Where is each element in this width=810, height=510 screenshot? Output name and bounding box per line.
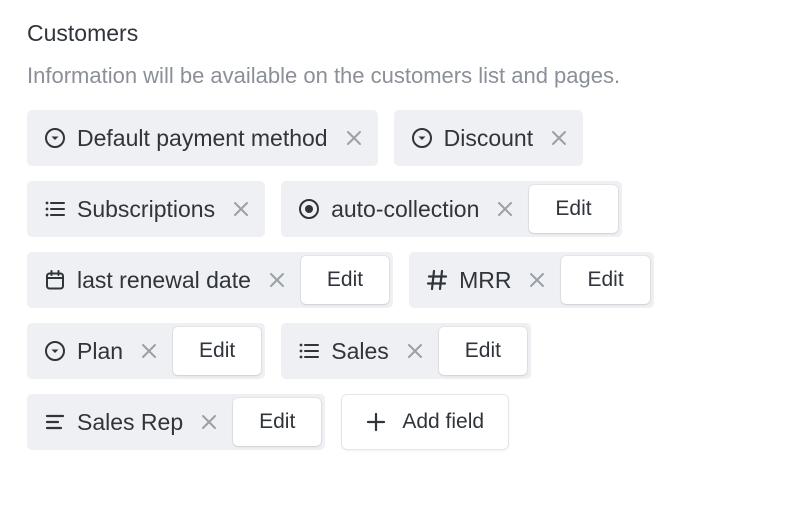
remove-field-button[interactable] [495, 199, 515, 219]
close-icon [269, 273, 284, 287]
field-chip-subscriptions: Subscriptions [27, 181, 266, 237]
field-chip-discount: Discount [393, 110, 584, 166]
field-label: Plan [77, 338, 124, 364]
field-row: Default payment method Discount [27, 110, 787, 166]
customers-section: Customers Information will be available … [27, 18, 787, 465]
close-icon [552, 131, 567, 145]
field-label: Default payment method [77, 125, 328, 151]
remove-field-button[interactable] [527, 270, 547, 290]
remove-field-button[interactable] [267, 270, 287, 290]
edit-field-button[interactable]: Edit [561, 256, 650, 304]
list-icon [44, 198, 66, 220]
dropdown-circle-icon [411, 127, 433, 149]
edit-field-button[interactable]: Edit [173, 327, 262, 375]
section-subtitle: Information will be available on the cus… [27, 63, 621, 88]
field-label: Subscriptions [77, 196, 216, 222]
remove-field-button[interactable] [549, 128, 569, 148]
close-icon [142, 344, 157, 358]
field-row: Subscriptions auto-collection Edit [27, 181, 787, 237]
field-label: last renewal date [77, 267, 251, 293]
section-title: Customers [27, 20, 139, 46]
field-row: last renewal date Edit MRR Edit [27, 252, 787, 308]
close-icon [530, 273, 545, 287]
field-label: Sales Rep [77, 409, 184, 435]
remove-field-button[interactable] [344, 128, 364, 148]
add-field-button[interactable]: Add field [341, 394, 510, 450]
close-icon [234, 202, 249, 216]
field-chip-default-payment-method: Default payment method [27, 110, 378, 166]
field-chip-mrr: MRR Edit [409, 252, 654, 308]
close-icon [498, 202, 513, 216]
radio-icon [298, 198, 320, 220]
remove-field-button[interactable] [405, 341, 425, 361]
field-chip-sales-rep: Sales Rep Edit [27, 394, 326, 450]
field-label: MRR [459, 267, 512, 293]
list-icon [298, 340, 320, 362]
remove-field-button[interactable] [231, 199, 251, 219]
field-label: Discount [443, 125, 534, 151]
remove-field-button[interactable] [139, 341, 159, 361]
add-field-label: Add field [402, 410, 485, 433]
edit-field-button[interactable]: Edit [529, 185, 618, 233]
remove-field-button[interactable] [199, 412, 219, 432]
field-chip-auto-collection: auto-collection Edit [281, 181, 622, 237]
edit-field-button[interactable]: Edit [233, 398, 322, 446]
field-list: Default payment method Discount Subscrip… [27, 110, 787, 450]
close-icon [202, 415, 217, 429]
field-row: Plan Edit Sales Edit [27, 323, 787, 379]
field-chip-sales: Sales Edit [281, 323, 531, 379]
field-label: auto-collection [331, 196, 480, 222]
close-icon [407, 344, 422, 358]
plus-icon [366, 412, 386, 432]
field-row: Sales Rep Edit Add field [27, 394, 787, 450]
hash-icon [426, 269, 448, 291]
edit-field-button[interactable]: Edit [438, 327, 527, 375]
calendar-icon [44, 269, 66, 291]
field-chip-last-renewal-date: last renewal date Edit [27, 252, 394, 308]
field-label: Sales [331, 338, 389, 364]
text-icon [44, 411, 66, 433]
field-chip-plan: Plan Edit [27, 323, 266, 379]
close-icon [346, 131, 361, 145]
dropdown-circle-icon [44, 127, 66, 149]
dropdown-circle-icon [44, 340, 66, 362]
edit-field-button[interactable]: Edit [300, 256, 390, 304]
